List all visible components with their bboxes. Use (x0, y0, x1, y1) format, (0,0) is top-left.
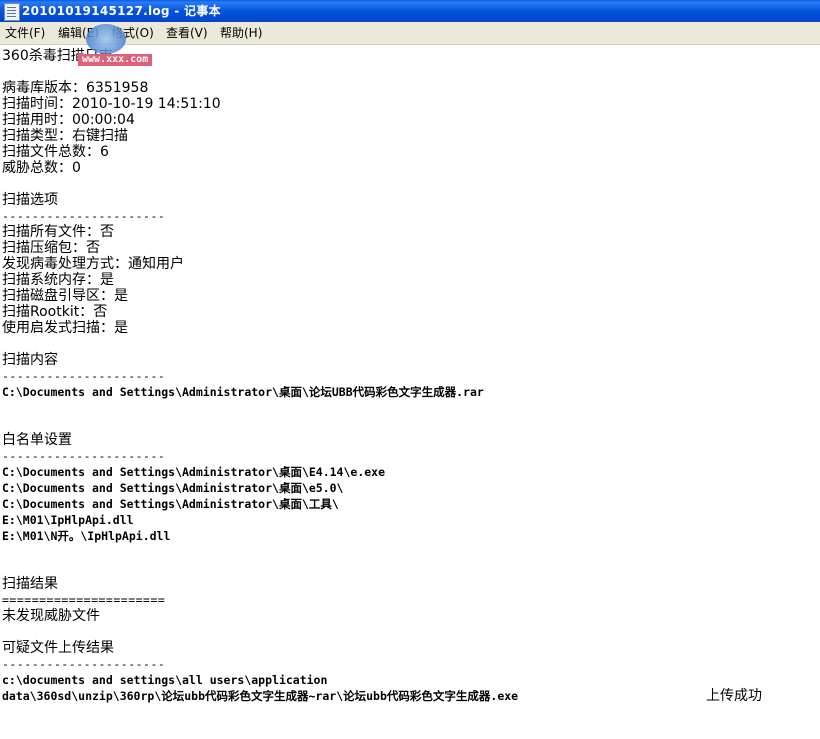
upload-status: 上传成功 (706, 688, 762, 704)
section-heading-upload: 可疑文件上传结果 (2, 640, 114, 656)
content-path: C:\Documents and Settings\Administrator\… (2, 385, 484, 399)
summary-line: 威胁总数：0 (2, 160, 81, 176)
section-heading-result: 扫描结果 (2, 576, 58, 592)
option-line: 扫描Rootkit：否 (2, 304, 108, 320)
menu-view[interactable]: 查看(V) (166, 22, 208, 44)
menu-file[interactable]: 文件(F) (5, 22, 45, 44)
option-line: 发现病毒处理方式：通知用户 (2, 256, 184, 272)
watermark-text: www.xxx.com (78, 54, 153, 66)
whitelist-path: C:\Documents and Settings\Administrator\… (2, 465, 386, 479)
upload-path-line: data\360sd\unzip\360rp\论坛ubb代码彩色文字生成器~ra… (2, 689, 519, 703)
option-line: 扫描系统内存：是 (2, 272, 114, 288)
section-heading-options: 扫描选项 (2, 192, 58, 208)
separator-line-double: ====================== (2, 593, 166, 607)
whitelist-path: E:\M01\N开。\IpHlpApi.dll (2, 529, 171, 543)
text-editor-area[interactable]: 360杀毒扫描日志 病毒库版本：6351958 扫描时间：2010-10-19 … (0, 45, 820, 739)
option-line: 扫描磁盘引导区：是 (2, 288, 128, 304)
option-line: 使用启发式扫描：是 (2, 320, 128, 336)
upload-path-line: c:\documents and settings\all users\appl… (2, 673, 328, 687)
window-title: 20101019145127.log - 记事本 (22, 4, 221, 18)
section-heading-content: 扫描内容 (2, 352, 58, 368)
separator-line: ---------------------- (2, 657, 166, 671)
separator-line: ---------------------- (2, 369, 166, 383)
summary-line: 扫描文件总数：6 (2, 144, 109, 160)
section-heading-whitelist: 白名单设置 (2, 432, 72, 448)
separator-line: ---------------------- (2, 449, 166, 463)
separator-line: ---------------------- (2, 209, 166, 223)
whitelist-path: E:\M01\IpHlpApi.dll (2, 513, 134, 527)
summary-line: 扫描时间：2010-10-19 14:51:10 (2, 96, 221, 112)
whitelist-path: C:\Documents and Settings\Administrator\… (2, 497, 339, 511)
whitelist-path: C:\Documents and Settings\Administrator\… (2, 481, 344, 495)
summary-line: 病毒库版本：6351958 (2, 80, 149, 96)
title-bar: 20101019145127.log - 记事本 (0, 0, 820, 22)
summary-line: 扫描类型：右键扫描 (2, 128, 128, 144)
summary-line: 扫描用时：00:00:04 (2, 112, 135, 128)
site-watermark: www.xxx.com (58, 24, 156, 68)
menu-help[interactable]: 帮助(H) (220, 22, 262, 44)
option-line: 扫描所有文件：否 (2, 224, 114, 240)
notepad-icon[interactable] (4, 3, 20, 21)
option-line: 扫描压缩包：否 (2, 240, 100, 256)
watermark-logo-icon (86, 24, 126, 54)
result-text: 未发现威胁文件 (2, 608, 100, 624)
